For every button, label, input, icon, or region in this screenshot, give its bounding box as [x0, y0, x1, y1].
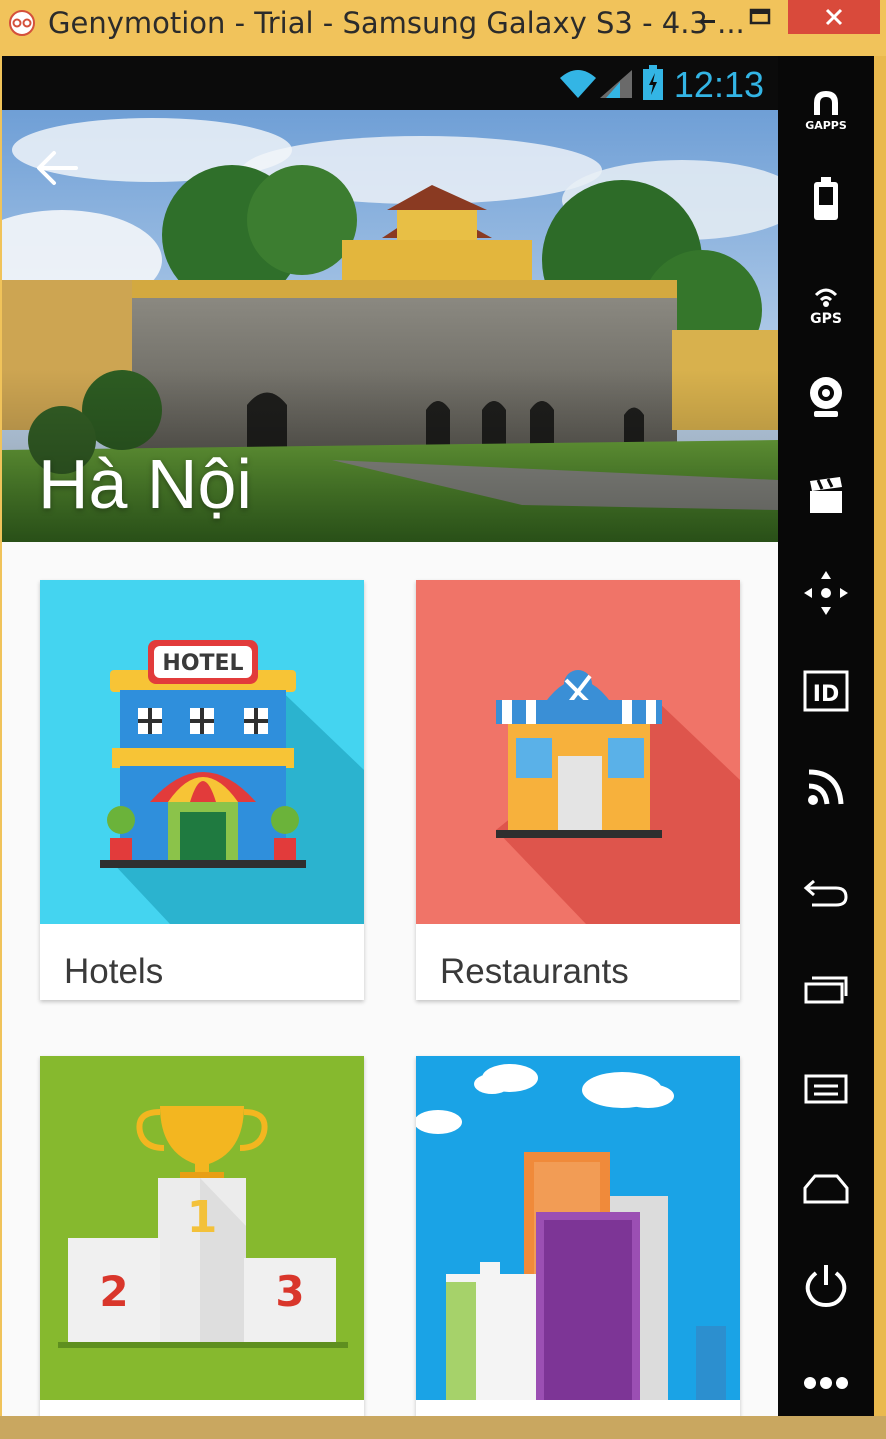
dpad-icon	[804, 571, 848, 615]
battery-widget-button[interactable]	[778, 162, 874, 236]
webcam-icon	[810, 377, 842, 417]
id-text: ID	[813, 682, 839, 707]
battery-icon	[814, 177, 838, 220]
cast-icon	[808, 769, 844, 805]
menu-icon	[804, 1074, 848, 1104]
android-home-button[interactable]	[778, 1152, 874, 1226]
android-menu-button[interactable]	[778, 1052, 874, 1126]
svg-text:1: 1	[187, 1192, 218, 1243]
city-buildings-icon	[416, 1056, 740, 1400]
wifi-icon	[560, 70, 596, 98]
device-id-button[interactable]: ID	[778, 654, 874, 728]
genymotion-sidebar: GAPPS GPS ID	[778, 56, 874, 1416]
home-icon	[803, 1174, 849, 1204]
window-titlebar[interactable]: Genymotion - Trial - Samsung Galaxy S3 -…	[0, 0, 886, 50]
webcam-button[interactable]	[778, 360, 874, 434]
card-label-hotels: Hotels	[64, 952, 164, 991]
category-card-ranking[interactable]: 1 2 3	[40, 1056, 364, 1416]
gapps-text: GAPPS	[805, 119, 847, 132]
maximize-icon	[749, 8, 771, 25]
power-icon	[805, 1265, 847, 1308]
android-screen: 12:13 Hà Nội HOTEL Hotels Restaurants 1 …	[2, 56, 778, 1416]
category-card-hotels[interactable]: HOTEL Hotels	[40, 580, 364, 1000]
category-card-places[interactable]	[416, 1056, 740, 1416]
window-border-right	[874, 56, 886, 1439]
battery-icon	[643, 65, 663, 100]
city-title: Hà Nội	[38, 445, 252, 523]
android-status-bar: 12:13	[2, 56, 778, 110]
card-label-restaurants: Restaurants	[440, 952, 629, 991]
window-border-bottom	[0, 1416, 886, 1439]
recent-apps-button[interactable]	[778, 952, 874, 1026]
arrow-back-icon	[37, 151, 78, 185]
gps-button[interactable]: GPS	[778, 266, 874, 340]
minimize-button[interactable]	[690, 0, 726, 34]
maximize-button[interactable]	[742, 0, 778, 34]
gps-text: GPS	[810, 311, 842, 325]
trophy-podium-icon: 1 2 3	[40, 1056, 364, 1400]
svg-text:2: 2	[99, 1267, 128, 1316]
close-icon	[825, 8, 843, 26]
clapper-icon	[810, 477, 842, 513]
svg-text:3: 3	[275, 1267, 304, 1316]
genymotion-logo-icon	[9, 10, 35, 36]
android-back-button[interactable]	[778, 854, 874, 928]
minimize-icon	[701, 20, 715, 23]
category-card-restaurants[interactable]: Restaurants	[416, 580, 740, 1000]
genymotion-window: Genymotion - Trial - Samsung Galaxy S3 -…	[0, 0, 886, 1439]
close-button[interactable]	[788, 0, 880, 34]
status-time: 12:13	[673, 64, 764, 105]
svg-text:HOTEL: HOTEL	[162, 651, 243, 676]
more-button[interactable]	[778, 1346, 874, 1420]
gapps-icon: GAPPS	[805, 91, 847, 132]
gps-icon: GPS	[810, 288, 842, 325]
gapps-button[interactable]: GAPPS	[778, 72, 874, 146]
capture-button[interactable]	[778, 458, 874, 532]
window-title: Genymotion - Trial - Samsung Galaxy S3 -…	[48, 6, 745, 40]
power-button[interactable]	[778, 1248, 874, 1322]
more-icon	[804, 1377, 848, 1389]
recent-apps-icon	[804, 976, 848, 1004]
signal-icon	[600, 70, 632, 98]
id-icon: ID	[803, 670, 849, 712]
back-icon	[803, 879, 848, 907]
dpad-button[interactable]	[778, 556, 874, 630]
back-button[interactable]	[36, 150, 90, 200]
city-hero-image: Hà Nội	[2, 110, 778, 542]
cast-button[interactable]	[778, 750, 874, 824]
restaurant-icon	[416, 580, 740, 924]
hotel-icon: HOTEL	[40, 580, 364, 924]
